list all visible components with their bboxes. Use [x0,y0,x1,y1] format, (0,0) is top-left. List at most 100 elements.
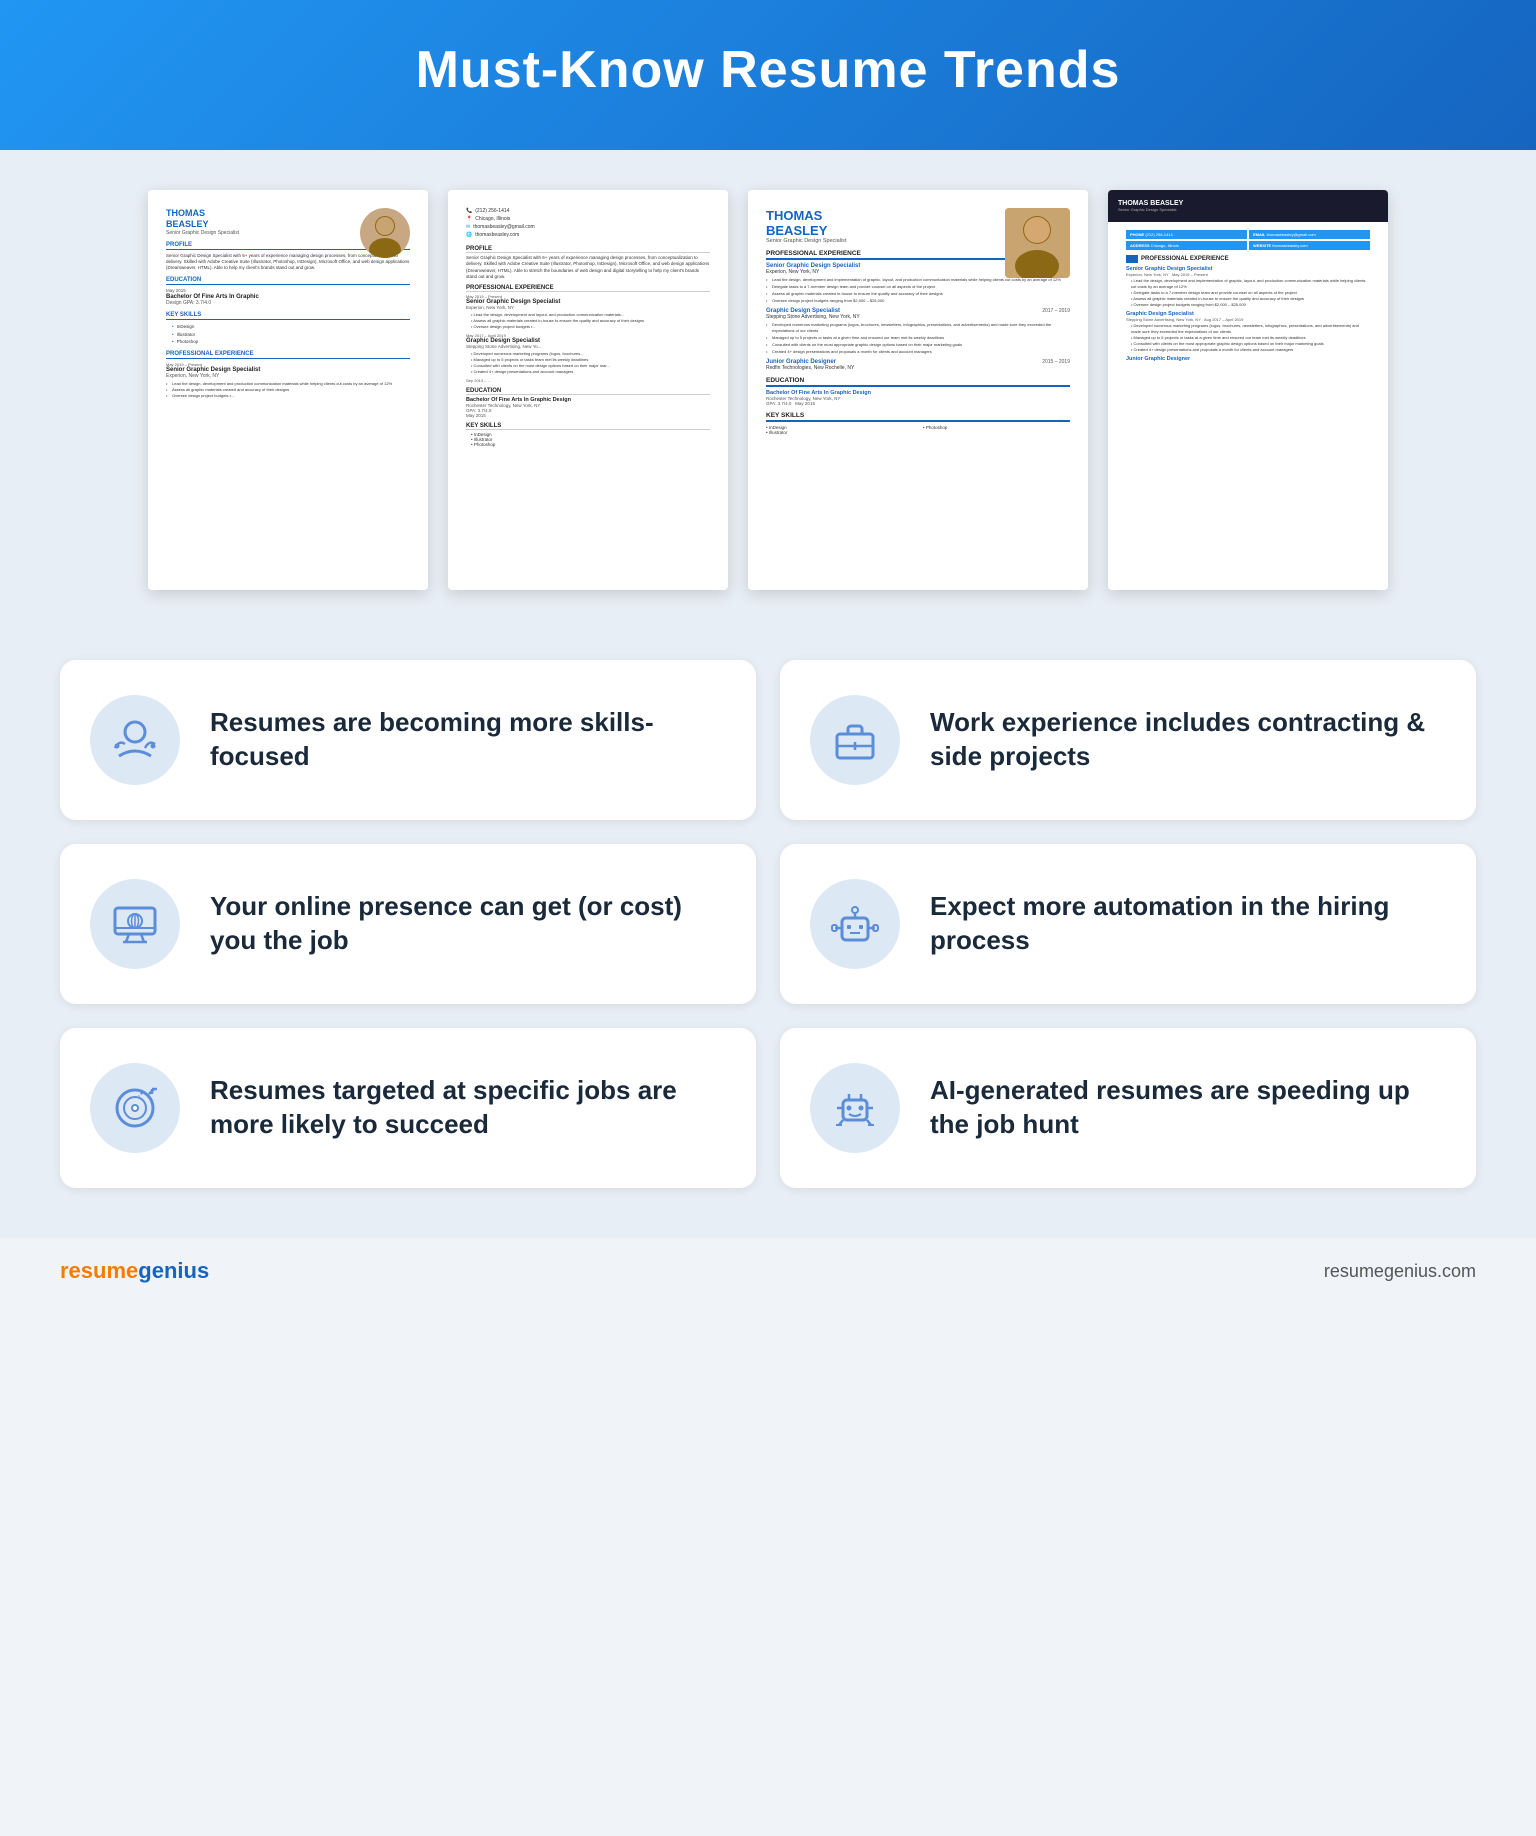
resume3-job3-date: 2015 – 2019 [1042,359,1070,365]
resume1-skill-1: InDesign [166,323,410,330]
ai-icon [829,1082,881,1134]
resume4-subtitle: Senior Graphic Design Specialist [1118,207,1183,212]
resume1-school: Design GPA: 3.7/4.0 [166,300,410,306]
resume4-contact-grid: PHONE (212) 256-1414 EMAIL thomasbeasley… [1126,230,1370,250]
resume2-contact: 📞(212) 256-1414 📍Chicago, Illinois ✉thom… [466,208,710,238]
resume4-header: THOMAS BEASLEY Senior Graphic Design Spe… [1108,190,1388,222]
page-header: Must-Know Resume Trends [0,0,1536,150]
resume2-company2: Stepping Stone Advertising, New Yo... [466,344,710,349]
briefcase-icon [829,714,881,766]
trend-text-targeted: Resumes targeted at specific jobs are mo… [210,1074,721,1142]
resume2-b1: • Lead the design, development and layou… [466,312,710,318]
trend-text-contracting: Work experience includes contracting & s… [930,706,1441,774]
trend-card-online: Your online presence can get (or cost) y… [60,844,756,1004]
robot-icon-circle [810,879,900,969]
briefcase-icon-circle [810,695,900,785]
resume2-b7: • Created 4+ design presentations and ac… [466,369,710,375]
resume3-b2: Delegate tasks to a 7-member design team… [766,284,1070,290]
resume2-skill3: • Photoshop [466,442,710,447]
resume3-b5: Developed numerous marketing programs (l… [766,322,1070,334]
page-title: Must-Know Resume Trends [20,40,1516,100]
resume4-address-cell: ADDRESS Chicago, Illinois [1126,241,1247,250]
target-icon-circle [90,1063,180,1153]
resume2-website: thomasbeasley.com [475,232,519,238]
resume3-gpa: GPA: 3.7/4.0 May 2015 [766,401,1070,406]
resume3-skills-label: KEY SKILLS [766,412,1070,422]
skills-icon-circle [90,695,180,785]
resume3-b6: Managed up to 5 projects or tasks at a g… [766,335,1070,341]
resume1-experience-label: PROFESSIONAL EXPERIENCE [166,351,410,359]
resume4-email-cell: EMAIL thomasbeasley@gmail.com [1249,230,1370,239]
resume2-exp-date3: Sep 2013 – ... [466,378,710,383]
resume2-location: Chicago, Illinois [475,216,510,222]
footer-url: resumegenius.com [1324,1261,1476,1282]
resume-card-4: THOMAS BEASLEY Senior Graphic Design Spe… [1108,190,1388,590]
resume3-b8: Created 4+ design presentations and prop… [766,349,1070,355]
trends-grid: Resumes are becoming more skills-focused… [60,660,1476,1188]
resume-card-2: 📞(212) 256-1414 📍Chicago, Illinois ✉thom… [448,190,728,590]
resume3-b1: Lead the design, development and impleme… [766,277,1070,283]
resume4-b8: • Created 4+ design presentations and pr… [1126,347,1370,353]
trend-card-contracting: Work experience includes contracting & s… [780,660,1476,820]
resume3-company3: Redfin Technologies, New Rochelle, NY [766,365,1070,371]
resume1-company1: Experion, New York, NY [166,373,410,379]
resume2-email: thomasbeasley@gmail.com [473,224,535,230]
resume1-education-label: EDUCATION [166,277,410,285]
resume-card-3: THOMASBEASLEY Senior Graphic Design Spec… [748,190,1088,590]
resume3-b7: Consulted with clients on the most appro… [766,342,1070,348]
resume4-job3-title: Junior Graphic Designer [1126,356,1370,362]
resume2-education-label: EDUCATION [466,388,710,395]
resume4-b5: • Developed numerous marketing programs … [1126,323,1370,335]
resume1-skill-3: Photoshop [166,338,410,345]
resume3-company2: Stepping Stone Advertising, New York, NY [766,314,1070,320]
resume3-skills-list: • InDesign• Illustrator• Photoshop [766,425,1070,435]
resume1-skill-2: Illustrator [166,331,410,338]
trend-card-skills: Resumes are becoming more skills-focused [60,660,756,820]
resume4-company2: Stepping Stone Advertising, New York, NY… [1126,317,1370,322]
resume2-profile-label: PROFILE [466,246,710,253]
trend-card-automation: Expect more automation in the hiring pro… [780,844,1476,1004]
trend-text-online: Your online presence can get (or cost) y… [210,890,721,958]
resume2-skills-label: KEY SKILLS [466,423,710,430]
resume-showcase: THOMASBEASLEY Senior Graphic Design Spec… [0,150,1536,630]
resume2-company1: Experion, New York, NY [466,305,710,310]
resume4-name: THOMAS BEASLEY [1118,200,1183,207]
resume3-b4: Oversee design project budgets ranging f… [766,298,1070,304]
ai-icon-circle [810,1063,900,1153]
resume2-grad-date: May 2015 [466,413,710,418]
resume3-job2-date: 2017 – 2019 [1042,308,1070,314]
trends-section: Resumes are becoming more skills-focused… [0,630,1536,1238]
brand-genius: genius [138,1258,209,1283]
resume4-experience-label: PROFESSIONAL EXPERIENCE [1126,255,1370,263]
robot-icon [829,898,881,950]
trend-text-automation: Expect more automation in the hiring pro… [930,890,1441,958]
resume1-grad-date: May 2015 [166,288,410,293]
trend-card-targeted: Resumes targeted at specific jobs are mo… [60,1028,756,1188]
trend-card-ai: AI-generated resumes are speeding up the… [780,1028,1476,1188]
resume-card-1: THOMASBEASLEY Senior Graphic Design Spec… [148,190,428,590]
resume4-b1: • Lead the design, development and imple… [1126,278,1370,290]
resume2-b3: • Oversee design project budgets r... [466,324,710,330]
resume4-company1: Experion, New York, NY May 2019 – Presen… [1126,272,1370,277]
resume2-profile-text: Senior Graphic Design Specialist with 6+… [466,255,710,280]
avatar-3 [1005,208,1070,278]
page-footer: resumegenius resumegenius.com [0,1238,1536,1304]
resume2-phone: (212) 256-1414 [475,208,509,214]
resume1-skills-label: KEY SKILLS [166,312,410,320]
resume4-phone-cell: PHONE (212) 256-1414 [1126,230,1247,239]
target-icon [109,1082,161,1134]
trend-text-ai: AI-generated resumes are speeding up the… [930,1074,1441,1142]
resume4-website-cell: WEBSITE thomasbeasley.com [1249,241,1370,250]
monitor-icon-circle [90,879,180,969]
monitor-icon [109,898,161,950]
resume2-experience-label: PROFESSIONAL EXPERIENCE [466,285,710,292]
resume4-b4: • Oversee design project budgets ranging… [1126,302,1370,308]
trend-text-skills: Resumes are becoming more skills-focused [210,706,721,774]
brand-resume: resume [60,1258,138,1283]
resume3-b3: Assess all graphic materials created in-… [766,291,1070,297]
resume3-education-label: EDUCATION [766,377,1070,387]
footer-brand: resumegenius [60,1258,209,1284]
resume1-bullet3: Oversee design project budgets r... [166,393,410,399]
avatar-1 [360,208,410,258]
skills-icon [109,714,161,766]
